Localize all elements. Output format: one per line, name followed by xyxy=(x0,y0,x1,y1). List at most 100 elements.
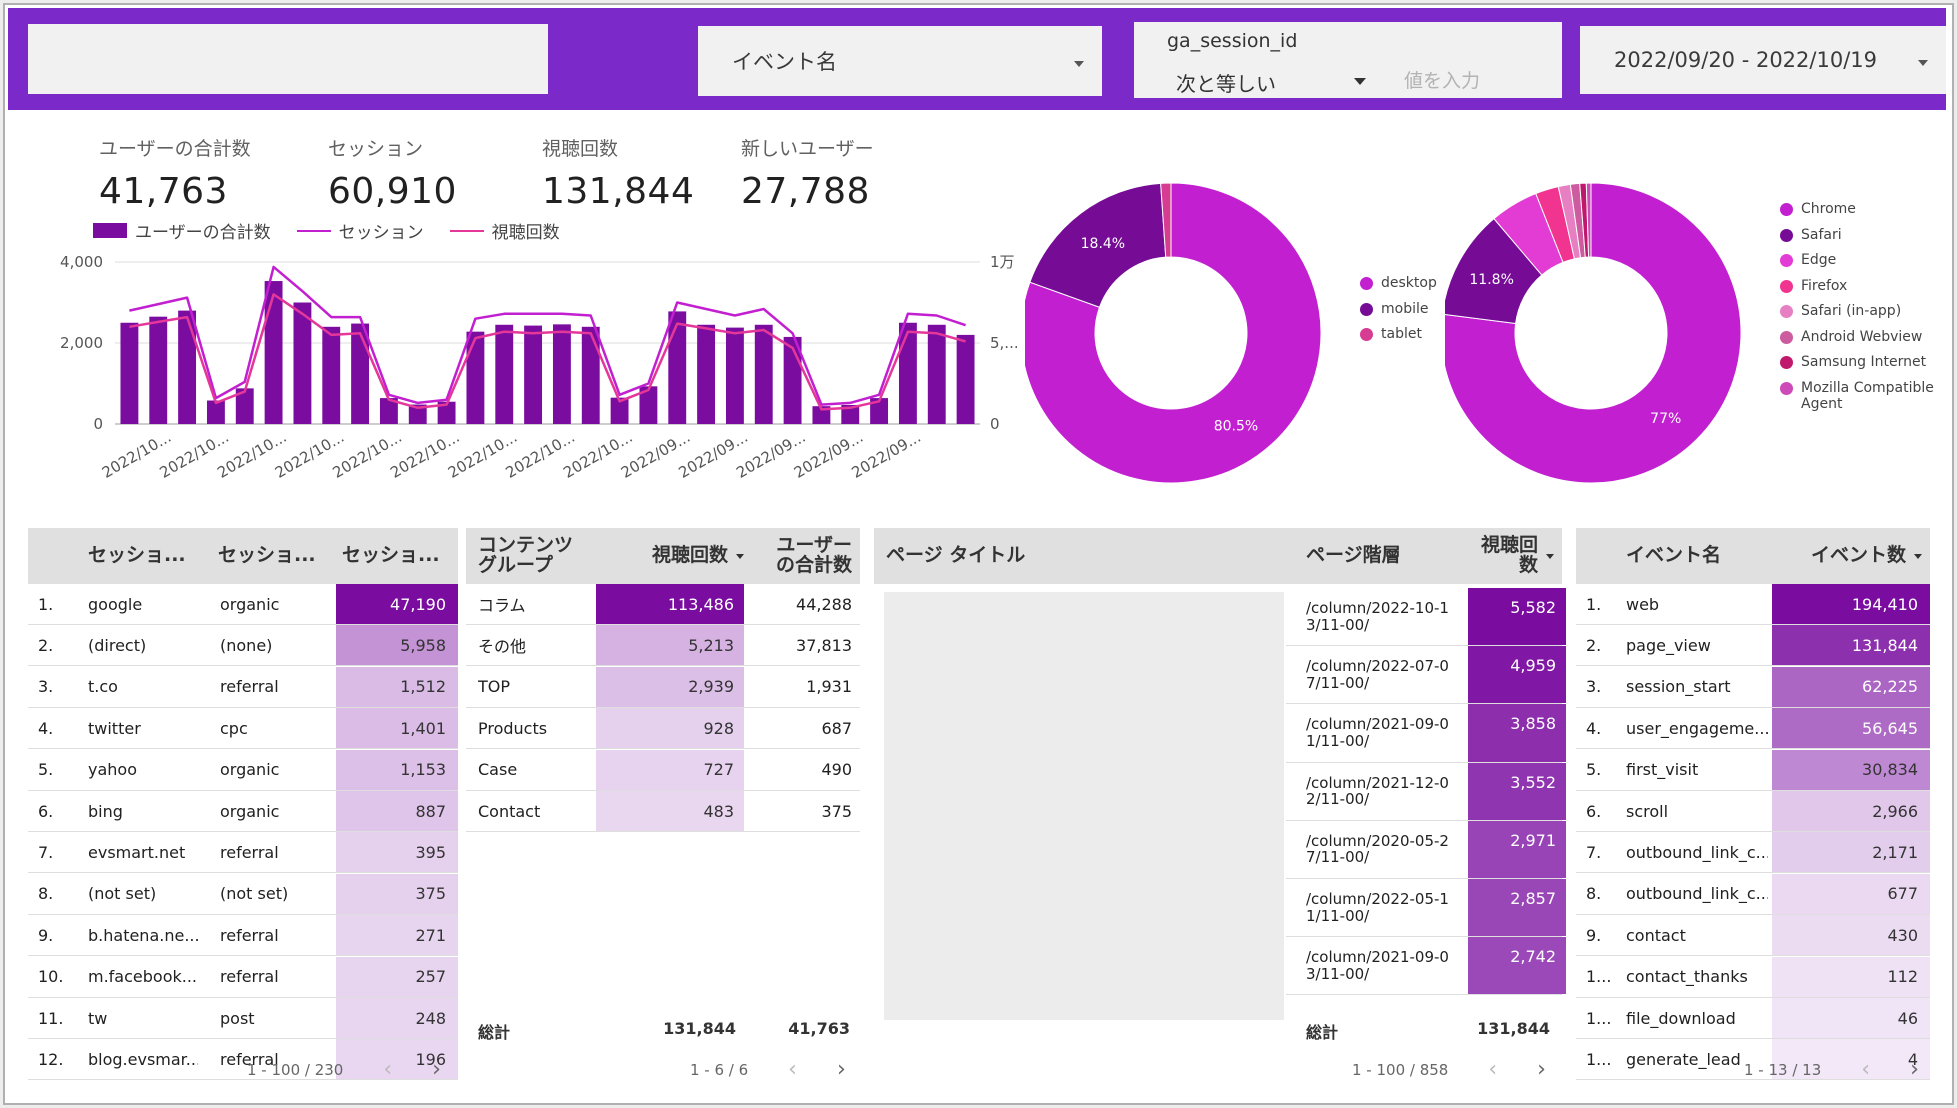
sort-desc-icon[interactable] xyxy=(1546,553,1554,559)
table-cell: 1. xyxy=(38,594,54,614)
table-row[interactable]: 5. yahoo organic 1,153 xyxy=(28,749,458,791)
chevron-left-icon[interactable]: ‹ xyxy=(1861,1059,1870,1081)
event-name-dropdown[interactable]: イベント名 xyxy=(698,26,1102,96)
table-row[interactable]: 1. google organic 47,190 xyxy=(28,584,458,625)
table-cell: bing xyxy=(88,801,123,821)
column-header[interactable]: イベント名 xyxy=(1626,528,1776,584)
table-cell-value: 1,931 xyxy=(806,677,852,697)
chevron-right-icon[interactable]: › xyxy=(837,1059,846,1081)
column-header[interactable]: セッショ... xyxy=(342,528,454,584)
legend-dot-icon xyxy=(1780,228,1793,242)
table-row[interactable]: /column/2022-10-13/11-00/5,582 xyxy=(1286,588,1566,647)
table-row[interactable]: /column/2021-09-01/11-00/3,858 xyxy=(1286,704,1566,763)
table-cell-value: 2,742 xyxy=(1510,947,1556,967)
column-header-label: 視聴回数 xyxy=(651,544,728,567)
table-row[interactable]: コラム 113,486 44,288 xyxy=(466,584,860,625)
table-row[interactable]: 6. scroll 2,966 xyxy=(1576,791,1930,832)
table-header: コンテンツ グループ 視聴回数 ユーザー の合計数 xyxy=(466,528,860,584)
table-cell: 11. xyxy=(38,1008,64,1028)
table-row[interactable]: Products 928 687 xyxy=(466,708,860,750)
table-row[interactable]: 3. t.co referral 1,512 xyxy=(28,666,458,708)
browser-pie-legend: Chrome Safari Edge Firefox Safari (in-app) An… xyxy=(1780,201,1945,412)
column-header[interactable]: セッショ... xyxy=(88,528,208,584)
column-header[interactable]: セッショ... xyxy=(218,528,338,584)
chevron-left-icon[interactable]: ‹ xyxy=(383,1059,392,1081)
y-right-tick-label: 5,... xyxy=(990,334,1019,352)
legend-label: Edge xyxy=(1801,252,1837,268)
y-right-tick-label: 1万 xyxy=(990,253,1015,271)
table-row[interactable]: 10. m.facebook.... referral 257 xyxy=(28,956,458,998)
table-cell: session_start xyxy=(1626,677,1731,697)
chevron-right-icon[interactable]: › xyxy=(1910,1059,1919,1081)
column-header[interactable]: ユーザー の合計数 xyxy=(756,528,852,584)
table-cell-value: 37,813 xyxy=(796,635,852,655)
column-header[interactable]: ページ タイトル xyxy=(886,528,1186,584)
table-row[interactable]: 1... file_download 46 xyxy=(1576,998,1930,1039)
table-cell-value: 1,401 xyxy=(400,718,446,738)
legend-dot-icon xyxy=(1780,356,1793,369)
table-row[interactable]: 8. (not set) (not set) 375 xyxy=(28,873,458,915)
table-cell: 8. xyxy=(38,884,54,904)
pagination-range: 1 - 6 / 6 xyxy=(690,1061,749,1079)
legend-label: Safari xyxy=(1801,226,1842,243)
table-row[interactable]: 9. contact 430 xyxy=(1576,915,1930,957)
filter-operator-select[interactable]: 次と等しい xyxy=(1176,68,1276,97)
table-row[interactable]: その他 5,213 37,813 xyxy=(466,625,860,667)
pagination: 1 - 100 / 230 ‹ › xyxy=(247,1059,441,1081)
table-row[interactable]: /column/2021-12-02/11-00/3,552 xyxy=(1286,762,1566,821)
table-row[interactable]: 3. session_start 62,225 xyxy=(1576,666,1930,708)
table-row[interactable]: 4. twitter cpc 1,401 xyxy=(28,708,458,750)
table-row[interactable]: /column/2021-09-03/11-00/2,742 xyxy=(1286,937,1566,996)
chevron-left-icon[interactable]: ‹ xyxy=(788,1059,797,1081)
legend-item: Edge xyxy=(1780,252,1945,278)
date-range-picker[interactable]: 2022/09/20 - 2022/10/19 xyxy=(1580,26,1946,94)
browser-pie-chart: 77% 11.8% xyxy=(1445,182,1742,484)
table-row[interactable]: 1... contact_thanks 112 xyxy=(1576,956,1930,998)
legend-label: Samsung Internet xyxy=(1801,354,1927,370)
table-row[interactable]: Case 727 490 xyxy=(466,749,860,791)
table-row[interactable]: 4. user_engageme... 56,645 xyxy=(1576,708,1930,750)
table-row[interactable]: 8. outbound_link_c... 677 xyxy=(1576,873,1930,915)
table-cell-value: 430 xyxy=(1887,925,1918,945)
bar-users xyxy=(524,325,543,424)
table-cell-value: 44,288 xyxy=(796,594,852,614)
legend-dot-icon xyxy=(1780,279,1793,293)
column-header[interactable]: 視聴回 数 xyxy=(1474,528,1554,584)
table-cell: 2. xyxy=(38,635,54,655)
table-cell: b.hatena.ne.... xyxy=(88,925,198,945)
table-row[interactable]: /column/2020-05-27/11-00/2,971 xyxy=(1286,820,1566,879)
table-row[interactable]: /column/2022-05-11/11-00/2,857 xyxy=(1286,879,1566,938)
chevron-down-icon[interactable] xyxy=(1354,78,1366,85)
table-cell: /column/2020-05-27/11-00/ xyxy=(1306,831,1449,867)
sort-desc-icon[interactable] xyxy=(1914,553,1922,559)
table-row[interactable]: 6. bing organic 887 xyxy=(28,791,458,832)
table-cell: google xyxy=(88,594,143,614)
table-row[interactable]: 11. tw post 248 xyxy=(28,998,458,1039)
column-header[interactable]: 視聴回数 xyxy=(596,528,744,584)
bar-users xyxy=(552,324,571,424)
table-row[interactable]: 7. outbound_link_c... 2,171 xyxy=(1576,832,1930,874)
column-header[interactable]: コンテンツ グループ xyxy=(478,528,588,584)
table-row[interactable]: Contact 483 375 xyxy=(466,791,860,832)
table-row[interactable]: 2. (direct) (none) 5,958 xyxy=(28,625,458,667)
chevron-right-icon[interactable]: › xyxy=(1537,1059,1546,1081)
chevron-right-icon[interactable]: › xyxy=(432,1059,441,1081)
column-header[interactable]: ページ階層 xyxy=(1306,528,1456,584)
table-row[interactable]: 7. evsmart.net referral 395 xyxy=(28,832,458,874)
table-row[interactable]: 5. first_visit 30,834 xyxy=(1576,749,1930,791)
table-row[interactable]: TOP 2,939 1,931 xyxy=(466,666,860,708)
chevron-left-icon[interactable]: ‹ xyxy=(1488,1059,1497,1081)
table-cell: referral xyxy=(220,925,279,945)
table-cell-value: 113,486 xyxy=(667,594,734,614)
filter-value-input[interactable] xyxy=(1404,66,1544,96)
table-row[interactable]: 9. b.hatena.ne.... referral 271 xyxy=(28,915,458,957)
table-cell: twitter xyxy=(88,718,141,738)
column-header[interactable]: イベント数 xyxy=(1776,528,1922,584)
table-cell: (none) xyxy=(220,635,273,655)
table-row[interactable]: 1. web 194,410 xyxy=(1576,584,1930,625)
sort-desc-icon[interactable] xyxy=(736,553,744,559)
table-row[interactable]: /column/2022-07-07/11-00/4,959 xyxy=(1286,646,1566,705)
table-row[interactable]: 2. page_view 131,844 xyxy=(1576,625,1930,667)
table-cell: コラム xyxy=(478,596,526,615)
legend-item: Firefox xyxy=(1780,278,1945,304)
